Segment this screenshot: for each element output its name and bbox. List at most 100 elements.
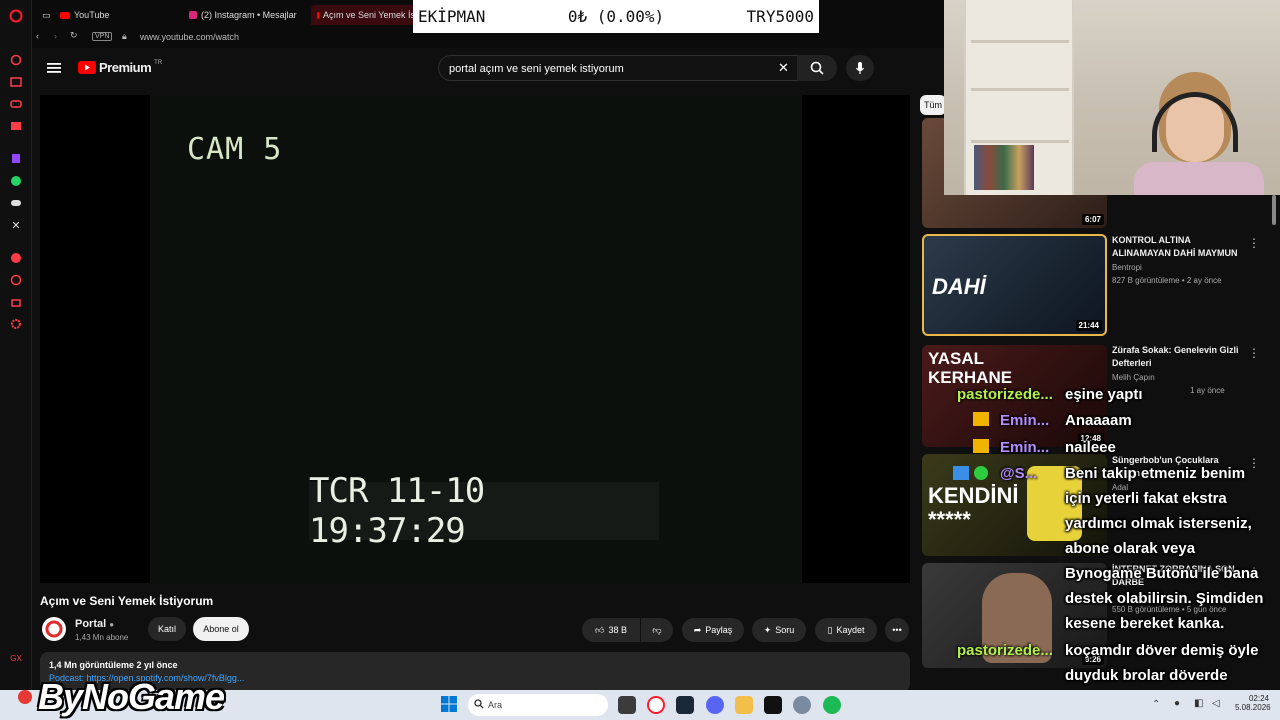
more-vertical-icon[interactable]: ⋮ bbox=[1248, 456, 1260, 470]
search-input[interactable]: portal açım ve seni yemek istiyorum bbox=[438, 55, 800, 81]
save-button[interactable]: ▯ Kaydet bbox=[815, 618, 877, 642]
channel-avatar[interactable] bbox=[42, 617, 66, 641]
opera-gx-taskbar-icon[interactable] bbox=[647, 696, 665, 714]
instagram-tab-icon bbox=[189, 11, 197, 19]
chat-username: pastorizede... bbox=[957, 642, 1053, 659]
tab-overview-icon[interactable]: ▭ bbox=[36, 5, 56, 25]
ask-button[interactable]: ✦ Soru bbox=[752, 618, 806, 642]
subscriber-count: 1,43 Mn abone bbox=[75, 633, 129, 642]
filter-chip-all[interactable]: Tüm bbox=[920, 95, 946, 115]
gmail-icon[interactable] bbox=[8, 118, 24, 134]
youtube-logo[interactable]: Premium TR bbox=[78, 60, 162, 75]
whatsapp-icon[interactable] bbox=[8, 173, 24, 189]
reload-icon[interactable]: ↻ bbox=[70, 30, 78, 41]
taskbar-clock[interactable]: 02:24 5.08.2026 bbox=[1235, 694, 1271, 712]
equipment-overlay: EKİPMAN 0₺ (0.00%) TRY5000 bbox=[413, 0, 819, 33]
rec-title-2[interactable]: Zürafa Sokak: Genelevin Gizli Defterleri bbox=[1112, 344, 1247, 370]
chat-message: Anaaaam bbox=[1065, 412, 1132, 429]
chat-message: eşine yaptı bbox=[1065, 386, 1143, 403]
subscribe-button[interactable]: Abone ol bbox=[193, 617, 249, 641]
moderator-badge-icon bbox=[953, 466, 969, 480]
rec-meta-1: 827 B görüntüleme • 2 ay önce bbox=[1112, 276, 1222, 285]
more-vertical-icon[interactable]: ⋮ bbox=[1248, 346, 1260, 360]
microphone-icon bbox=[856, 62, 864, 74]
forward-icon[interactable]: › bbox=[54, 31, 57, 41]
history-icon[interactable] bbox=[8, 272, 24, 288]
back-icon[interactable]: ‹ bbox=[36, 31, 39, 41]
crypto-wallet-icon[interactable] bbox=[8, 74, 24, 90]
rec-title-1[interactable]: KONTROL ALTINA ALINAMAYAN DAHİ MAYMUN bbox=[1112, 234, 1247, 260]
chat-message: destek olabilirsin. Şimdiden bbox=[1065, 590, 1264, 607]
crown-badge-icon bbox=[973, 439, 989, 453]
settings-gear-icon[interactable] bbox=[793, 696, 811, 714]
chat-message: Beni takip etmeniz benim bbox=[1065, 465, 1246, 482]
tab-active-video[interactable]: Açım ve Seni Yemek İs bbox=[311, 5, 421, 25]
vpn-badge[interactable]: VPN bbox=[92, 32, 113, 41]
windows-start-icon[interactable] bbox=[441, 696, 457, 712]
task-view-icon[interactable] bbox=[618, 696, 636, 714]
network-icon[interactable]: ◧ bbox=[1194, 698, 1203, 709]
thumbs-down-icon: 👎︎ bbox=[652, 624, 662, 635]
notification-badge-icon bbox=[18, 690, 32, 704]
obs-icon[interactable] bbox=[764, 696, 782, 714]
discord-icon[interactable] bbox=[8, 195, 24, 211]
chat-username: pastorizede... bbox=[957, 386, 1053, 403]
game-icon[interactable] bbox=[8, 96, 24, 112]
join-button[interactable]: Katıl bbox=[148, 617, 186, 641]
spotify-taskbar-icon[interactable] bbox=[823, 696, 841, 714]
streamer-figure bbox=[1134, 72, 1264, 195]
more-actions-button[interactable]: ••• bbox=[885, 618, 909, 642]
rec-channel-1[interactable]: Bentropi bbox=[1112, 262, 1252, 273]
settings-gear-icon[interactable] bbox=[8, 316, 24, 332]
url-text[interactable]: www.youtube.com/watch bbox=[140, 32, 239, 42]
rec-thumbnail-1[interactable]: DAHİ 21:44 bbox=[922, 234, 1107, 336]
twitch-icon[interactable] bbox=[8, 151, 24, 167]
chat-message: Bynogame Butonu ile bana bbox=[1065, 565, 1259, 582]
chat-username: Emin... bbox=[1000, 439, 1050, 456]
menu-hamburger-icon[interactable] bbox=[47, 61, 61, 73]
tab-youtube[interactable]: YouTube bbox=[54, 5, 182, 25]
crown-badge-icon bbox=[973, 412, 989, 426]
more-vertical-icon[interactable]: ⋮ bbox=[1248, 236, 1260, 250]
chat-message: duyduk brolar döverde bbox=[1065, 667, 1228, 684]
rec-meta-2: 1 ay önce bbox=[1190, 386, 1225, 395]
thumbs-up-icon: 👍︎ bbox=[595, 624, 605, 635]
x-icon[interactable]: ✕ bbox=[8, 217, 24, 233]
video-title: Açım ve Seni Yemek İstiyorum bbox=[40, 594, 214, 608]
chat-message: naileee bbox=[1065, 439, 1116, 456]
browser-sidebar: ✕ GX bbox=[0, 0, 32, 690]
share-button[interactable]: ➦ Paylaş bbox=[682, 618, 744, 642]
aria-icon[interactable] bbox=[8, 52, 24, 68]
chevron-up-icon[interactable]: ⌃ bbox=[1152, 699, 1160, 710]
share-icon: ➦ bbox=[693, 624, 702, 635]
chat-message: yardımcı olmak isterseniz, bbox=[1065, 515, 1252, 532]
volume-icon[interactable]: ◁ bbox=[1212, 698, 1220, 709]
file-explorer-icon[interactable] bbox=[735, 696, 753, 714]
channel-name[interactable]: Portal ● bbox=[75, 618, 114, 630]
microphone-icon[interactable]: ● bbox=[1174, 698, 1180, 709]
lock-icon: 🔒︎ bbox=[122, 31, 127, 41]
spotify-icon[interactable] bbox=[8, 250, 24, 266]
chat-username: @S... bbox=[1000, 465, 1038, 482]
gx-icon[interactable]: GX bbox=[8, 650, 24, 666]
bynogame-watermark: ByNoGame bbox=[38, 676, 225, 717]
tab-instagram[interactable]: (2) Instagram • Mesajlar bbox=[183, 5, 311, 25]
extensions-icon[interactable] bbox=[8, 294, 24, 310]
taskbar-search-input[interactable]: Ara bbox=[468, 694, 608, 716]
clear-search-icon[interactable]: ✕ bbox=[778, 60, 789, 76]
cam-label: CAM 5 bbox=[187, 132, 283, 167]
bookshelf bbox=[964, 0, 1074, 195]
discord-taskbar-icon[interactable] bbox=[706, 696, 724, 714]
rec-channel-2[interactable]: Melih Çapın bbox=[1112, 372, 1252, 383]
opera-logo-icon[interactable] bbox=[8, 8, 24, 24]
steam-icon[interactable] bbox=[676, 696, 694, 714]
search-button[interactable] bbox=[797, 55, 837, 81]
chat-message: için yeterli fakat ekstra bbox=[1065, 490, 1227, 507]
scrollbar-thumb[interactable] bbox=[1272, 195, 1276, 225]
voice-search-button[interactable] bbox=[846, 55, 874, 81]
youtube-play-icon bbox=[78, 61, 96, 74]
like-button[interactable]: 👍︎ 38 B bbox=[582, 618, 640, 642]
chat-message: koçamdır döver demiş öyle bbox=[1065, 642, 1259, 659]
webcam-overlay bbox=[944, 0, 1280, 195]
dislike-button[interactable]: 👎︎ bbox=[641, 618, 673, 642]
